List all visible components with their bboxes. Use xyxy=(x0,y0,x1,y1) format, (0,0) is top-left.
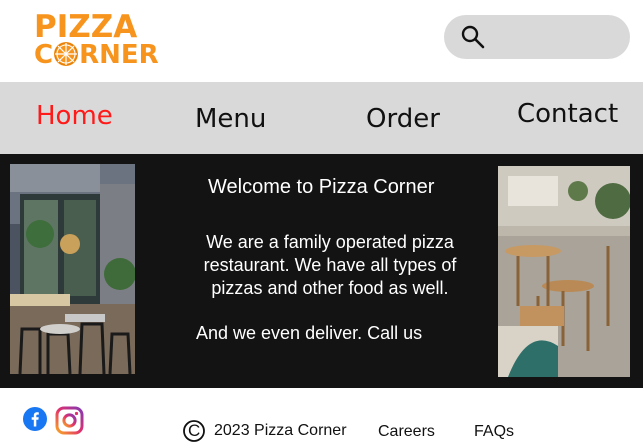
careers-link[interactable]: Careers xyxy=(378,423,435,441)
restaurant-exterior-photo xyxy=(10,164,135,374)
hero-description: We are a family operated pizza restauran… xyxy=(178,231,482,300)
nav-item-home[interactable]: Home xyxy=(36,101,113,131)
nav-bar: Home Menu Order Contact xyxy=(0,82,643,154)
faqs-link[interactable]: FAQs xyxy=(474,423,514,441)
copyright-symbol: C xyxy=(181,420,207,442)
hero-line-3: pizzas and other food as well. xyxy=(211,278,449,298)
hero-title: Welcome to Pizza Corner xyxy=(208,176,435,198)
search-icon[interactable] xyxy=(460,24,486,50)
search-input[interactable] xyxy=(444,15,630,59)
instagram-icon[interactable] xyxy=(55,406,84,435)
logo-top-text: PIZZA xyxy=(34,9,138,45)
copyright-text: 2023 Pizza Corner xyxy=(214,422,347,439)
logo-bottom-left: C xyxy=(34,40,54,70)
pizza-corner-logo[interactable]: PIZZA C RNER xyxy=(34,9,168,69)
logo-bottom-text: C RNER xyxy=(34,42,159,68)
nav-item-menu[interactable]: Menu xyxy=(195,104,266,134)
logo-bottom-right: RNER xyxy=(79,40,159,70)
pizza-icon xyxy=(54,42,79,66)
hero-line-1: We are a family operated pizza xyxy=(206,232,454,252)
nav-item-order[interactable]: Order xyxy=(366,104,440,134)
footer: C 2023 Pizza Corner Careers FAQs xyxy=(0,388,643,445)
nav-item-contact[interactable]: Contact xyxy=(517,99,618,129)
restaurant-interior-photo xyxy=(498,166,630,377)
facebook-icon[interactable] xyxy=(23,407,47,431)
copyright-letter: C xyxy=(188,421,201,440)
delivery-text: And we even deliver. Call us xyxy=(196,323,423,343)
hero-line-2: restaurant. We have all types of xyxy=(203,255,457,275)
header: PIZZA C RNER xyxy=(0,0,643,82)
